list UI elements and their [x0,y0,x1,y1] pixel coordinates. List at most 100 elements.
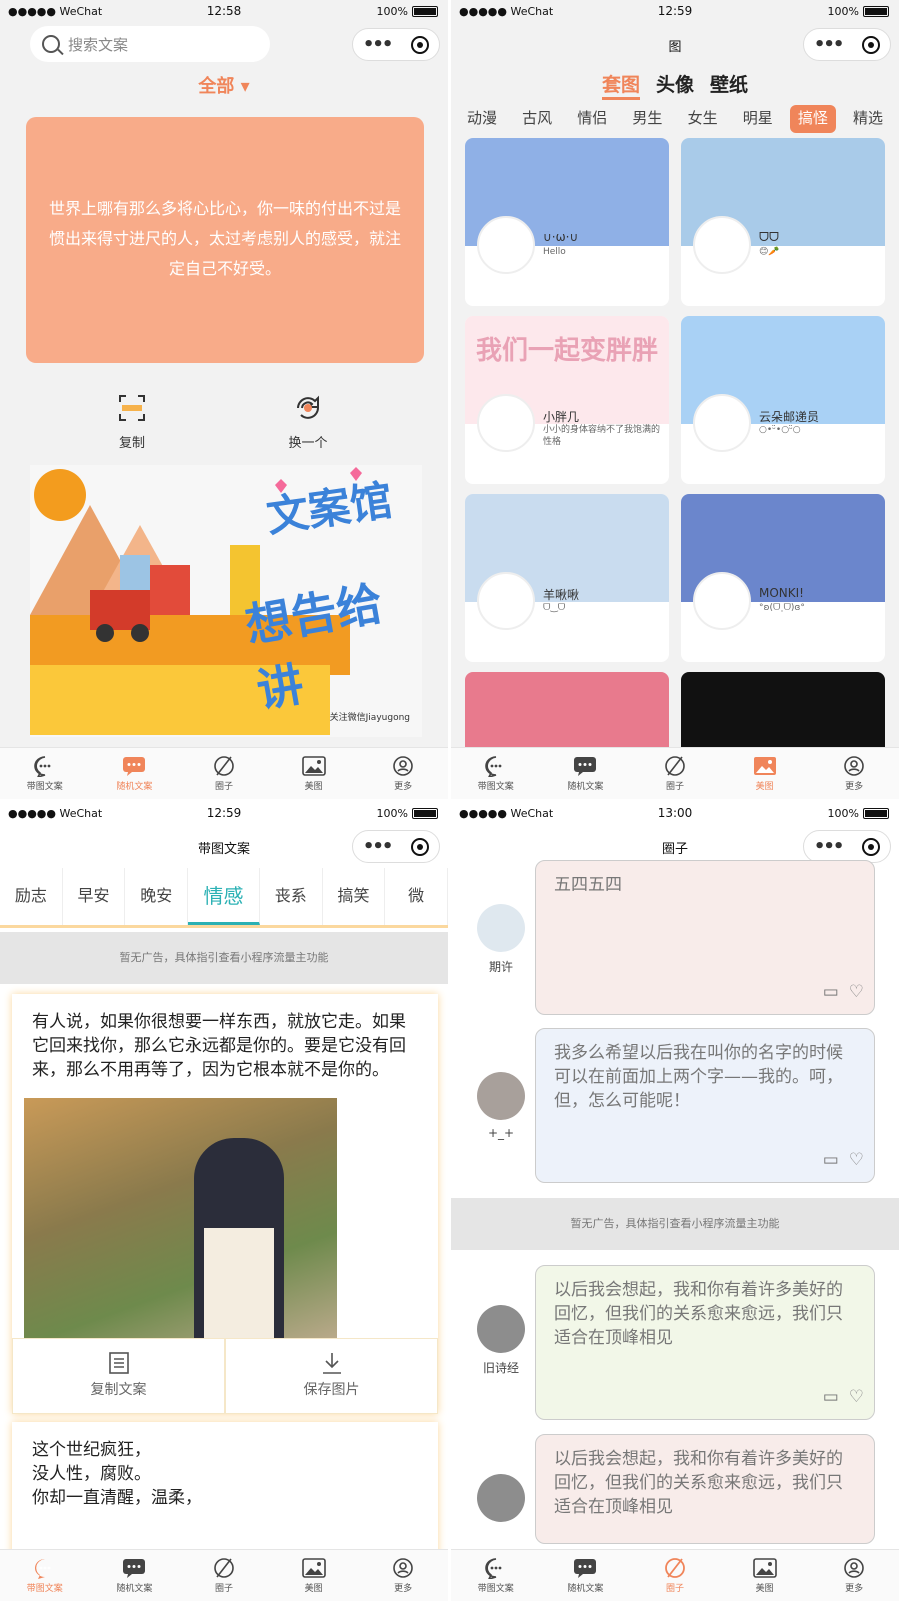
copy-icon[interactable]: ▭ [823,980,839,1004]
tab-random-copy[interactable]: 随机文案 [90,748,180,799]
subtab-couple[interactable]: 情侣 [569,105,615,133]
card-name: 云朵邮递员 [759,410,820,424]
tab-circle[interactable]: 圈子 [630,748,720,799]
copy-icon[interactable]: ▭ [823,1385,839,1409]
copy-icon[interactable]: ▭ [823,1148,839,1172]
mini-program-capsule[interactable]: ••• [352,830,440,863]
avatar [477,216,535,274]
ad-placeholder: 暂无广告，具体指引查看小程序流量主功能 [451,1198,899,1250]
more-dots-icon[interactable]: ••• [363,836,393,857]
user-icon [842,755,866,777]
tab-night[interactable]: 晚安 [125,868,189,925]
close-target-icon[interactable] [411,837,430,856]
tab-pictures[interactable]: 美图 [269,748,359,799]
battery-percent: 100% [376,807,408,820]
tab-motivation[interactable]: 励志 [0,868,63,925]
tab-random-copy[interactable]: 随机文案 [541,748,631,799]
close-target-icon[interactable] [862,35,881,54]
subtab-selected[interactable]: 精选 [845,105,891,133]
mini-program-capsule[interactable]: ••• [803,830,891,863]
search-input[interactable]: 搜索文案 [30,26,270,62]
picture-card[interactable]: MONKI! °ʚ(ᗜ˰ᗜ)ɞ° [681,494,885,662]
random-copy-screen: ●●●●● WeChat 12:58 100% 搜索文案 ••• 全部 ▾ 世界… [0,0,448,799]
tab-avatars[interactable]: 头像 [656,70,694,100]
avatar [477,394,535,452]
tab-circle[interactable]: 圈子 [179,1550,269,1601]
compass-icon [663,1557,687,1579]
tab-pictures[interactable]: 美图 [720,748,810,799]
copy-icon [119,395,145,421]
tab-pictures[interactable]: 美图 [269,1550,359,1601]
tab-more[interactable]: 更多 [809,1550,899,1601]
more-dots-icon[interactable]: ••• [363,34,393,55]
picture-card[interactable]: ∪·ω·∪ Hello [465,138,669,306]
subtab-star[interactable]: 明星 [735,105,781,133]
mini-program-capsule[interactable]: ••• [803,28,891,61]
more-dots-icon[interactable]: ••• [814,836,844,857]
status-bar: ●●●●● WeChat 13:00 100% [451,802,899,824]
tab-random-copy[interactable]: 随机文案 [90,1550,180,1601]
picture-card[interactable]: 羊啾啾 ᗜ‿ᗜ [465,494,669,662]
tab-circle[interactable]: 圈子 [630,1550,720,1601]
tab-wallpapers[interactable]: 壁纸 [710,70,748,100]
card-name: 小胖几 [543,410,580,424]
promo-banner[interactable]: 文案馆 想告给讲 关注微信Jiayugong [30,465,422,737]
tab-circle[interactable]: 圈子 [179,748,269,799]
search-icon [42,35,60,53]
post-author[interactable] [471,1474,531,1528]
tab-bar: 带图文案 随机文案 圈子 美图 更多 [451,747,899,799]
mini-program-capsule[interactable]: ••• [352,28,440,61]
battery-indicator: 100% [828,807,889,820]
tab-image-copy[interactable]: 带图文案 [451,1550,541,1601]
tab-sets[interactable]: 套图 [601,70,640,100]
tab-more[interactable]: 更多 [358,1550,448,1601]
save-image-label: 保存图片 [303,1382,360,1398]
close-target-icon[interactable] [411,35,430,54]
heart-icon[interactable]: ♡ [849,980,864,1004]
copy-button[interactable]: 复制 [92,392,172,451]
more-dots-icon[interactable]: ••• [814,34,844,55]
tab-image-copy[interactable]: 带图文案 [0,1550,90,1601]
post-author[interactable]: 旧诗经 [471,1305,531,1376]
picture-card[interactable]: ᗜᗜ 😊🥕 [681,138,885,306]
tab-more-topics[interactable]: 微 [385,868,448,925]
post-author[interactable]: 期许 [471,904,531,975]
tab-funny[interactable]: 搞笑 [323,868,386,925]
battery-icon [863,6,889,17]
picture-card[interactable]: 我们一起变胖胖 小胖几 小小的身体容纳不了我饱满的性格 [465,316,669,484]
tab-emotion[interactable]: 情感 [188,868,260,925]
post-image[interactable] [24,1098,337,1338]
tab-more[interactable]: 更多 [809,748,899,799]
tab-label: 更多 [845,1584,864,1594]
category-dropdown[interactable]: 全部 ▾ [0,72,448,98]
save-image-button[interactable]: 保存图片 [225,1338,438,1414]
tab-label: 美图 [304,782,323,792]
tab-more[interactable]: 更多 [358,748,448,799]
battery-percent: 100% [827,807,859,820]
picture-card[interactable]: 云朵邮递员 ○•ᵕ̈•○ᵕ̈○ [681,316,885,484]
copy-text-button[interactable]: 复制文案 [12,1338,225,1414]
tab-label: 随机文案 [116,782,153,792]
heart-icon[interactable]: ♡ [849,1385,864,1409]
tab-image-copy[interactable]: 带图文案 [451,748,541,799]
tab-pictures[interactable]: 美图 [720,1550,810,1601]
subtab-anime[interactable]: 动漫 [459,105,505,133]
subtab-female[interactable]: 女生 [680,105,726,133]
close-target-icon[interactable] [862,837,881,856]
tab-sad[interactable]: 丧系 [260,868,323,925]
subtab-ancient[interactable]: 古风 [514,105,560,133]
avatar [477,1305,525,1353]
next-button[interactable]: 换一个 [268,392,348,451]
next-label: 换一个 [288,436,328,451]
heart-icon[interactable]: ♡ [849,1148,864,1172]
tab-random-copy[interactable]: 随机文案 [541,1550,631,1601]
subtab-funny[interactable]: 搞怪 [789,105,836,133]
subtab-male[interactable]: 男生 [624,105,670,133]
post-author[interactable]: +_+ [471,1072,531,1140]
tab-label: 圈子 [665,782,684,792]
tab-label: 带图文案 [477,1584,514,1594]
refresh-icon [297,395,319,419]
post-text: 这个世纪疯狂， 没人性，腐败。 你却一直清醒，温柔， [12,1422,438,1526]
tab-morning[interactable]: 早安 [63,868,126,925]
tab-image-copy[interactable]: 带图文案 [0,748,90,799]
